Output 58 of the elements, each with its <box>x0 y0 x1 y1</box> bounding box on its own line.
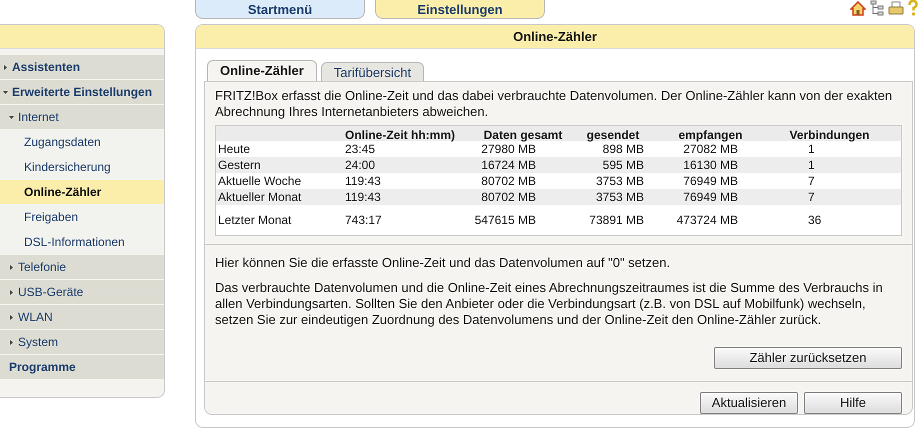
table-cell-text: 547615 MB <box>474 213 537 227</box>
printer-icon[interactable] <box>888 0 904 16</box>
table-cell-text: Aktuelle Woche <box>217 174 302 188</box>
table-cell-text: 7 <box>807 190 816 204</box>
column-header: Verbindungen <box>788 127 870 144</box>
column-header: Online-Zeit hh:mm) <box>344 127 456 144</box>
sidebar-item[interactable]: System <box>0 330 164 354</box>
table-cell-text: 119:43 <box>344 174 382 188</box>
table-cell-text: 119:43 <box>344 190 382 204</box>
panel-title: Online-Zähler <box>196 25 914 49</box>
explanation-text: Das verbrauchte Datenvolumen und die Online-Zeit eines Abrechnungszeitraumes ist die Summe des Verbrauchs in allen Verbindungsarten. Sollten Sie den Anbieter oder die Verbindungsart (z.B. von DSL auf Mobilfunk) wechseln, setzen Sie zur eindeutigen Zuordnung des Datenvolumens und der Online-Zeit den Online-Zähler zurück. <box>215 280 884 328</box>
table-cell-text: 1 <box>807 142 816 156</box>
table-cell-text: 23:45 <box>344 142 376 156</box>
help-button[interactable]: Hilfe <box>804 392 902 414</box>
panel-tab[interactable]: Online-Zähler <box>207 60 317 81</box>
intro-text: FRITZ!Box erfasst die Online-Zeit und das dabei verbrauchte Datenvolumen. Der Online-Zähler kann von der exakten Abrechnung Ihres Internetanbieters abweichen. <box>215 88 894 120</box>
table-cell-text: 3753 MB <box>594 190 645 204</box>
sidebar-item[interactable]: Telefonie <box>0 255 164 279</box>
panel-tab[interactable]: Tarifübersicht <box>320 62 424 81</box>
table-cell-text: Letzter Monat <box>217 213 292 227</box>
reset-note: Hier können Sie die erfasste Online-Zeit und das Datenvolumen auf "0" setzen. <box>215 255 672 271</box>
table-cell-text: 36 <box>807 213 822 227</box>
table-cell-text: 1 <box>807 158 816 172</box>
table-cell-text: 16130 MB <box>682 158 739 172</box>
table-cell-text: Gestern <box>217 158 262 172</box>
table-cell-text: 27082 MB <box>682 142 739 156</box>
table-cell-text: 80702 MB <box>480 174 537 188</box>
table-cell-text: 80702 MB <box>480 190 537 204</box>
table-cell-text: Heute <box>217 142 252 156</box>
table-cell-text: 73891 MB <box>588 213 645 227</box>
home-icon[interactable] <box>850 0 866 16</box>
table-cell-text: 7 <box>807 174 816 188</box>
table-cell-text: 16724 MB <box>480 158 537 172</box>
table-cell-text: 76949 MB <box>682 190 739 204</box>
tree-icon[interactable] <box>870 0 884 16</box>
table-cell-text: 898 MB <box>602 142 645 156</box>
sidebar-item[interactable]: Erweiterte Einstellungen <box>0 80 164 104</box>
sidebar-item[interactable]: Assistenten <box>0 55 164 79</box>
reset-counter-button[interactable]: Zähler zurücksetzen <box>714 347 902 369</box>
table-cell-text: 24:00 <box>344 158 376 172</box>
sidebar-item[interactable]: Internet <box>0 105 164 129</box>
column-header: Daten gesamt <box>482 127 564 144</box>
table-cell-text: 595 MB <box>602 158 645 172</box>
sidebar-item[interactable]: USB-Geräte <box>0 280 164 304</box>
table-cell-text: 3753 MB <box>594 174 645 188</box>
nav-tab[interactable]: Startmenü <box>195 0 365 19</box>
sidebar-item[interactable]: Programme <box>0 355 164 379</box>
table-cell-text: 473724 MB <box>676 213 739 227</box>
table-cell-text: 76949 MB <box>682 174 739 188</box>
sidebar-item[interactable]: WLAN <box>0 305 164 329</box>
table-cell-text: 27980 MB <box>480 142 537 156</box>
refresh-button[interactable]: Aktualisieren <box>700 392 798 414</box>
table-cell-text: 743:17 <box>344 213 383 227</box>
column-header: empfangen <box>677 127 744 144</box>
column-header: gesendet <box>586 127 640 144</box>
table-cell-text: Aktueller Monat <box>217 190 302 204</box>
nav-tab[interactable]: Einstellungen <box>375 0 545 19</box>
sidebar-item[interactable]: Online-Zähler <box>0 180 164 204</box>
